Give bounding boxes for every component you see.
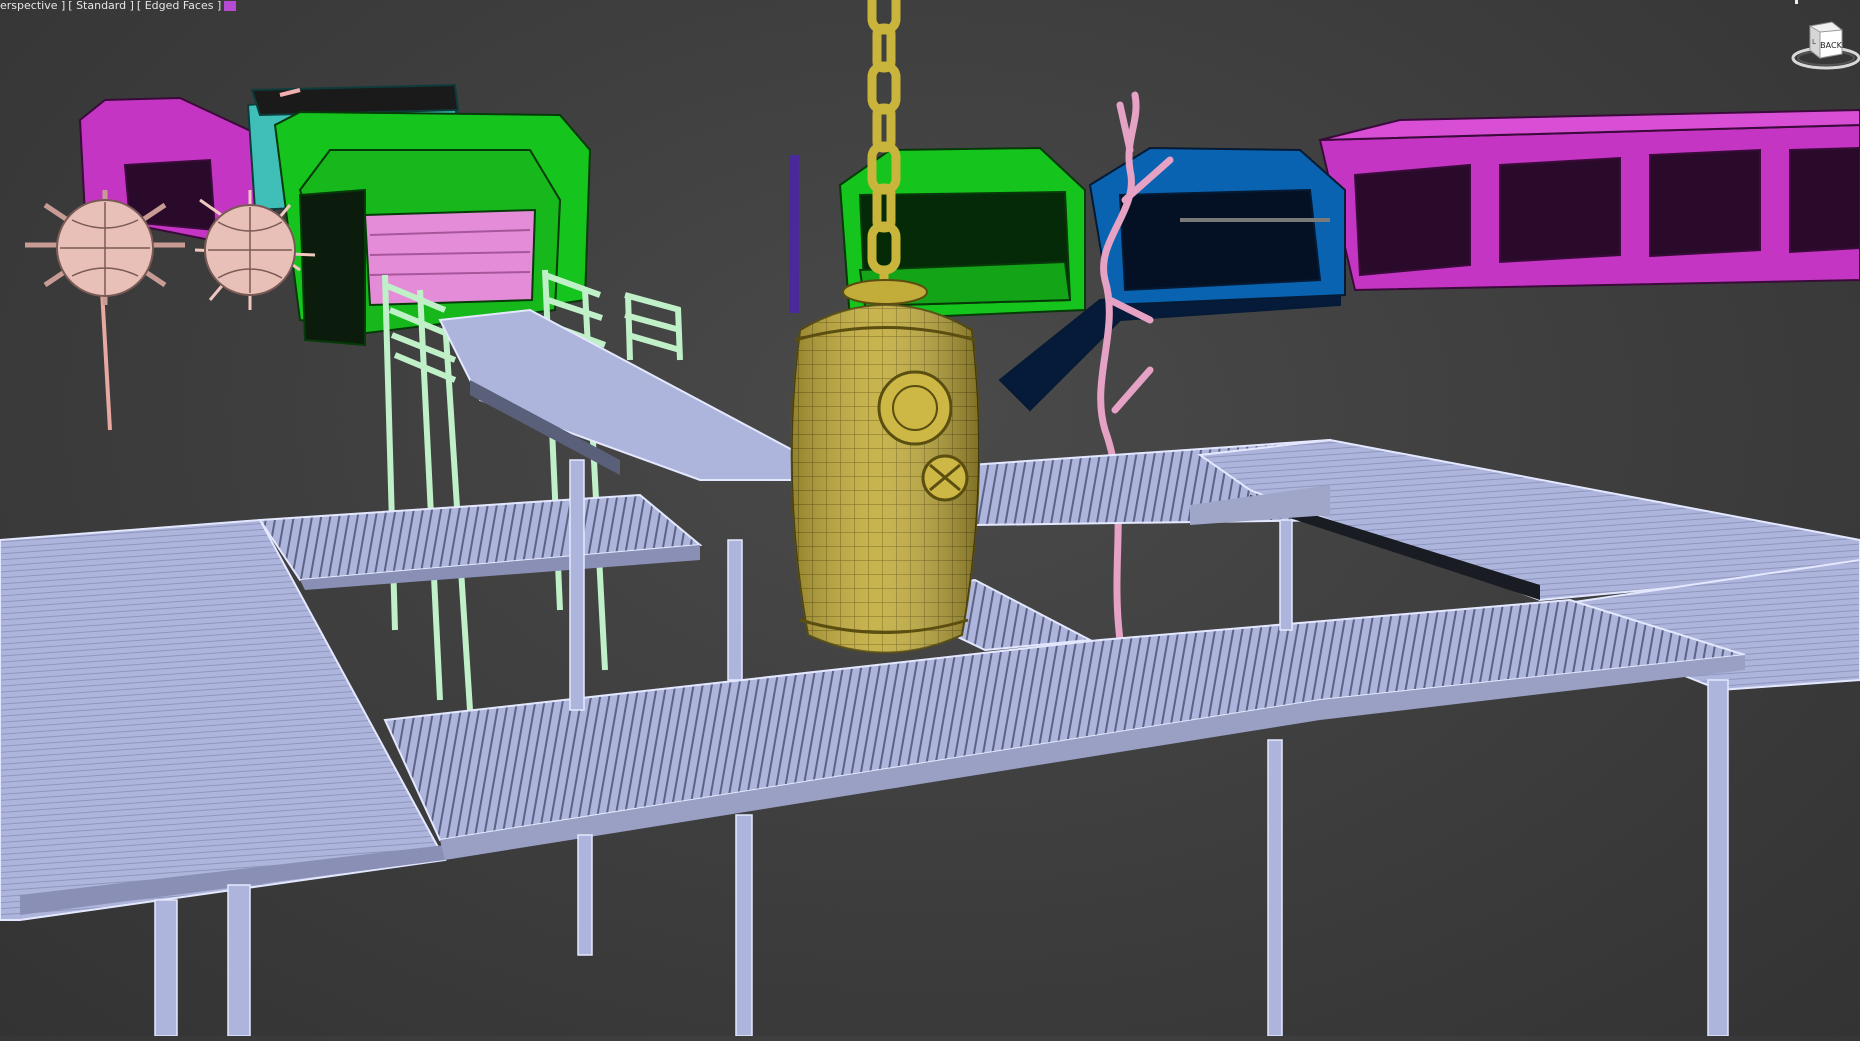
viewport-color-swatch-icon[interactable]	[224, 1, 237, 11]
viewport-label[interactable]: erspective ] [ Standard ] [ Edged Faces …	[0, 0, 237, 12]
green-module-left[interactable]	[273, 110, 592, 347]
viewport-view-menu[interactable]: erspective ]	[0, 0, 65, 12]
purple-pole[interactable]	[789, 155, 799, 313]
viewport-shading-menu[interactable]: [ Standard ]	[68, 0, 134, 12]
walkway-front-grate[interactable]	[383, 578, 1746, 860]
viewcube-face-label[interactable]: BACK	[1820, 41, 1842, 50]
viewport-edges-menu[interactable]: [ Edged Faces ]	[137, 0, 221, 12]
viewcube-widget[interactable]: BACK L	[1780, 0, 1860, 80]
magenta-module-chain[interactable]	[1318, 108, 1860, 292]
viewcube-side-label[interactable]: L	[1812, 38, 1816, 46]
perspective-viewport[interactable]: BACK L erspective ] [ Standard ] [ Edged…	[0, 0, 1860, 1037]
diving-bell[interactable]	[790, 279, 981, 654]
walkway-left-grate[interactable]	[258, 493, 703, 590]
scene-canvas[interactable]	[0, 0, 1860, 1037]
